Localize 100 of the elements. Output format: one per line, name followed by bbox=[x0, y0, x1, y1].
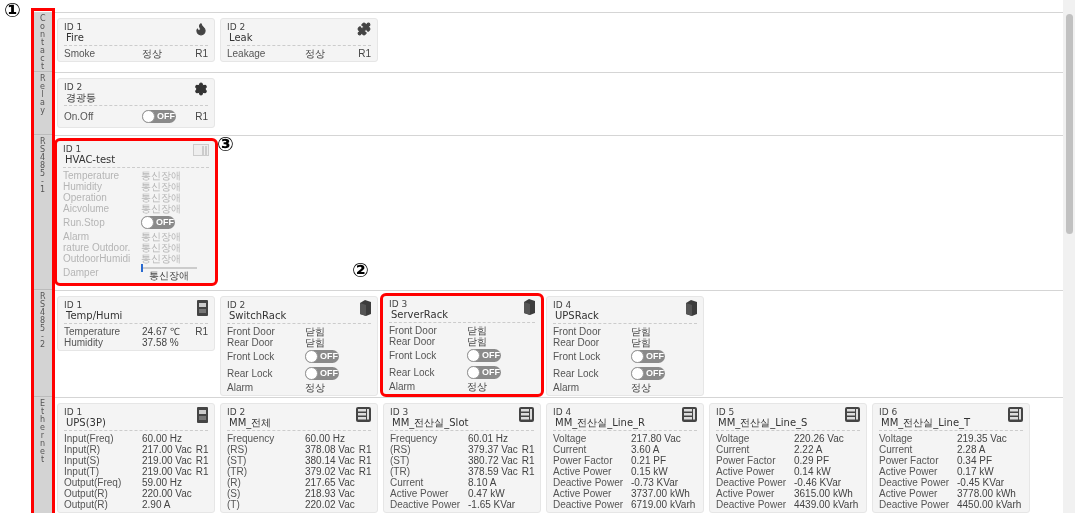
field-label: Rear Door bbox=[389, 336, 437, 347]
device-icon bbox=[197, 407, 208, 423]
field-label: Voltage bbox=[553, 433, 588, 444]
callout-number: ① bbox=[4, 0, 21, 20]
device-id: ID 6 bbox=[879, 407, 899, 417]
field-value: 3778.00 kWh bbox=[957, 488, 1016, 499]
field-label: Leakage bbox=[227, 48, 267, 59]
field-value: -0.73 KVar bbox=[631, 477, 679, 488]
field-value: 3615.00 kWh bbox=[794, 488, 853, 499]
field-value: -0.45 KVar bbox=[957, 477, 1005, 488]
field-value: 220.02 Vac bbox=[305, 499, 355, 510]
field-label: Active Power bbox=[716, 488, 776, 499]
device-id: ID 2 bbox=[227, 407, 247, 417]
meter-icon bbox=[519, 407, 534, 422]
field-label: (S) bbox=[227, 488, 242, 499]
field-value: 60.00 Hz bbox=[305, 433, 346, 444]
field-value: 정상 bbox=[305, 382, 325, 393]
field-label: Current bbox=[879, 444, 914, 455]
field-label: Operation bbox=[63, 192, 107, 203]
field-label: Front Lock bbox=[389, 350, 438, 361]
field-value: 3.60 A bbox=[631, 444, 660, 455]
field-label: Deactive Power bbox=[716, 477, 788, 488]
field-label: Deactive Power bbox=[553, 499, 625, 510]
toggle-switch[interactable]: OFF bbox=[631, 350, 665, 363]
field-value: 8.10 A bbox=[468, 477, 497, 488]
field-value: 2.90 A bbox=[142, 499, 171, 510]
device-name: SwitchRack bbox=[228, 310, 287, 321]
toggle-switch[interactable]: OFF bbox=[467, 366, 501, 379]
field-value: 닫힘 bbox=[305, 326, 325, 337]
field-label: Aicvolume bbox=[63, 203, 111, 214]
field-label: Active Power bbox=[553, 466, 613, 477]
meter-icon bbox=[682, 407, 697, 422]
scrollbar[interactable] bbox=[1063, 0, 1075, 513]
field-label: (TR) bbox=[390, 466, 410, 477]
device-name: MM_전체 bbox=[228, 417, 272, 428]
field-value: 60.01 Hz bbox=[468, 433, 509, 444]
field-value: 219.00 Vac bbox=[142, 466, 192, 477]
field-label: Power Factor bbox=[716, 455, 777, 466]
relay-label: R1 bbox=[520, 444, 535, 455]
field-label: Humidity bbox=[64, 337, 103, 348]
relay-label: R1 bbox=[194, 466, 209, 477]
device-name: 경광등 bbox=[65, 92, 96, 103]
toggle-switch[interactable]: OFF bbox=[305, 367, 339, 380]
field-value: 217.65 Vac bbox=[305, 477, 355, 488]
field-label: Current bbox=[716, 444, 751, 455]
field-value: 정상 bbox=[467, 381, 487, 392]
field-value: 379.02 Vac bbox=[305, 466, 355, 477]
field-label: Deactive Power bbox=[390, 499, 462, 510]
toggle-switch[interactable]: OFF bbox=[142, 110, 176, 123]
field-label: Active Power bbox=[716, 466, 776, 477]
device-name: UPSRack bbox=[554, 310, 599, 321]
field-value: 380.72 Vac bbox=[468, 455, 518, 466]
field-value: 2.22 A bbox=[794, 444, 823, 455]
field-value: 217.00 Vac bbox=[142, 444, 192, 455]
field-label: Current bbox=[390, 477, 425, 488]
field-label: Alarm bbox=[63, 231, 91, 242]
field-label: Active Power bbox=[553, 488, 613, 499]
field-label: Active Power bbox=[879, 466, 939, 477]
field-label: Deactive Power bbox=[879, 477, 951, 488]
relay-label: R1 bbox=[357, 466, 372, 477]
device-name: Fire bbox=[65, 32, 84, 43]
device-name: UPS(3P) bbox=[65, 417, 106, 428]
field-label: (T) bbox=[227, 499, 241, 510]
device-id: ID 1 bbox=[64, 407, 84, 417]
field-value: 정상 bbox=[142, 48, 162, 59]
device-name: MM_전산실_Line_R bbox=[554, 417, 646, 428]
field-value: 닫힘 bbox=[631, 326, 651, 337]
device-id: ID 4 bbox=[553, 407, 573, 417]
relay-label: R1 bbox=[194, 326, 208, 337]
device-id: ID 1 bbox=[64, 300, 84, 310]
field-value: 59.00 Hz bbox=[142, 477, 183, 488]
field-label: Rear Door bbox=[227, 337, 275, 348]
field-label: (R) bbox=[227, 477, 241, 488]
field-value: 닫힘 bbox=[467, 336, 487, 347]
field-value: 219.00 Vac bbox=[142, 455, 192, 466]
field-value: 380.14 Vac bbox=[305, 455, 355, 466]
field-label: Front Lock bbox=[227, 351, 276, 362]
field-value: 2.28 A bbox=[957, 444, 986, 455]
field-label: Smoke bbox=[64, 48, 97, 59]
field-label: OutdoorHumidi bbox=[63, 253, 132, 264]
field-label: Front Lock bbox=[553, 351, 602, 362]
device-id: ID 2 bbox=[227, 300, 247, 310]
field-value: 4439.00 kVarh bbox=[794, 499, 859, 510]
field-label: Rear Lock bbox=[553, 368, 600, 379]
toggle-switch[interactable]: OFF bbox=[631, 367, 665, 380]
field-value: 6719.00 kVarh bbox=[631, 499, 696, 510]
field-label: Front Door bbox=[227, 326, 276, 337]
relay-label: R1 bbox=[357, 455, 372, 466]
field-label: Output(Freq) bbox=[64, 477, 123, 488]
field-label: Output(R) bbox=[64, 499, 109, 510]
device-id: ID 5 bbox=[716, 407, 736, 417]
unit-icon bbox=[193, 144, 209, 156]
toggle-switch[interactable]: OFF bbox=[305, 350, 339, 363]
field-label: Alarm bbox=[227, 382, 255, 393]
callout-number: ② bbox=[352, 260, 369, 280]
field-value: 219.35 Vac bbox=[957, 433, 1007, 444]
field-label: Rear Lock bbox=[227, 368, 274, 379]
field-label: Alarm bbox=[553, 382, 581, 393]
toggle-switch[interactable]: OFF bbox=[467, 349, 501, 362]
field-value: 217.80 Vac bbox=[631, 433, 681, 444]
